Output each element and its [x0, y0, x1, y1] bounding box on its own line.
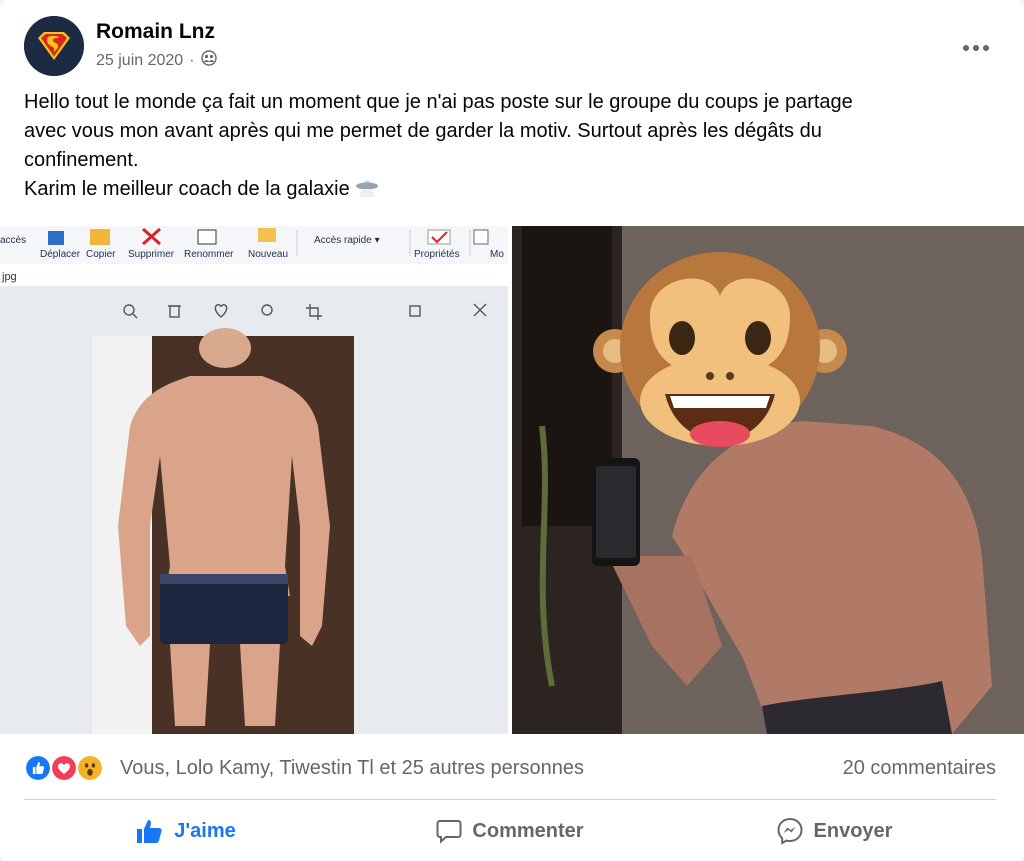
superman-logo-icon — [24, 16, 84, 76]
reactors-list[interactable]: Vous, Lolo Kamy, Tiwestin Tl et 25 autre… — [120, 757, 584, 780]
avatar[interactable] — [24, 16, 84, 76]
ribbon-label: Nouveau — [248, 249, 288, 260]
love-icon — [50, 754, 78, 782]
file-name-label: jpg — [1, 271, 17, 283]
post-message: Hello tout le monde ça fait un moment qu… — [24, 88, 1004, 207]
before-photo-image: accès Déplacer Copier Supprimer Renommer Nouv… — [0, 226, 508, 734]
more-icon — [963, 45, 989, 51]
comment-label: Commenter — [472, 819, 584, 842]
post-text: Hello tout le monde ça fait un moment qu… — [24, 91, 853, 200]
post-meta: 25 juin 2020 · — [96, 50, 217, 71]
reactions-summary: Vous, Lolo Kamy, Tiwestin Tl et 25 autre… — [24, 748, 996, 788]
after-photo-image — [512, 226, 1024, 734]
actions-divider — [24, 799, 996, 800]
ribbon-label: accès — [0, 235, 26, 246]
send-button[interactable]: Envoyer — [672, 806, 996, 856]
post-date[interactable]: 25 juin 2020 — [96, 52, 183, 70]
ribbon-label: Mo — [490, 249, 504, 260]
comment-button[interactable]: Commenter — [348, 806, 672, 856]
messenger-icon — [777, 817, 803, 845]
comments-count[interactable]: 20 commentaires — [843, 757, 996, 780]
photo-before[interactable]: accès Déplacer Copier Supprimer Renommer Nouv… — [0, 226, 508, 734]
ribbon-label: Accès rapide ▾ — [314, 235, 380, 246]
ribbon-label: Supprimer — [128, 249, 175, 260]
like-icon — [24, 754, 52, 782]
post-card: Romain Lnz 25 juin 2020 · Hello tout le … — [0, 0, 1024, 861]
ribbon-label: Déplacer — [40, 249, 81, 260]
ribbon-label: Renommer — [184, 249, 234, 260]
ufo-icon — [355, 176, 379, 207]
comment-icon — [436, 820, 462, 844]
like-label: J'aime — [174, 819, 236, 842]
reaction-icons[interactable] — [24, 754, 112, 782]
more-options-button[interactable] — [956, 28, 996, 68]
friends-icon[interactable] — [200, 50, 217, 71]
post-actions: J'aime Commenter Envoyer — [24, 806, 996, 856]
ribbon-label: Propriétés — [414, 249, 460, 260]
wow-icon — [76, 754, 104, 782]
like-button[interactable]: J'aime — [24, 806, 348, 856]
ribbon-label: Copier — [86, 249, 116, 260]
meta-separator: · — [189, 51, 195, 69]
post-header: Romain Lnz 25 juin 2020 · — [24, 16, 1000, 76]
thumbs-up-icon — [137, 820, 162, 843]
send-label: Envoyer — [813, 819, 893, 842]
author-name[interactable]: Romain Lnz — [96, 20, 215, 44]
photo-grid: accès Déplacer Copier Supprimer Renommer Nouv… — [0, 226, 1024, 734]
photo-after[interactable] — [512, 226, 1024, 734]
